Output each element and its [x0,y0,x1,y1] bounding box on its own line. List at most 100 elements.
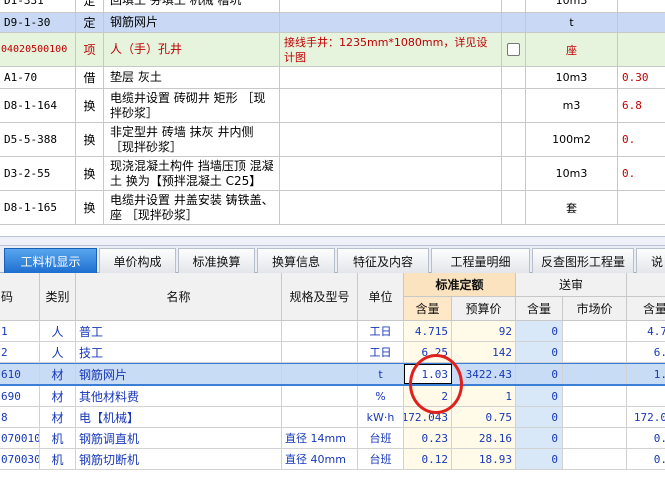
item-list-grid: D1-331 定 回填土 夯填土 机械 槽坑 10m3 D9-1-30 定 钢筋… [0,0,665,236]
table-row[interactable]: D3-2-55 换 现浇混凝土构件 挡墙压顶 混凝土 换为【预拌混凝土 C25】… [0,157,665,191]
cell-spec [282,364,358,384]
cell-unit: kW·h [358,407,404,427]
cell-amount[interactable]: 0.12 [404,449,452,469]
item-check-cell [502,89,526,122]
tab-conversion-info[interactable]: 换算信息 [257,248,335,273]
cell-type: 机 [40,428,76,448]
table-row[interactable]: D5-5-388 换 非定型井 砖墙 抹灰 井内侧 ［现拌砂浆］ 100m2 0… [0,123,665,157]
cell-name: 钢筋调直机 [76,428,282,448]
cell-name: 电【机械】 [76,407,282,427]
header-overflow [627,273,665,297]
cell-budget-price[interactable]: 142 [452,342,516,362]
cell-amount-extra: 172.0 [633,410,665,424]
cell-spec: 直径 40mm [282,449,358,469]
cell-budget-price[interactable]: 3422.43 [452,364,516,384]
cell-submission-amount[interactable]: 0 [516,428,563,448]
header-market-price[interactable]: 市场价 [563,297,627,321]
header-amount-extra[interactable]: 含量 [627,297,665,321]
table-row[interactable]: D8-1-165 换 电缆井设置 井盖安装 铸铁盖、座 ［现拌砂浆］ 套 [0,191,665,225]
table-row[interactable]: 8 材 电【机械】 kW·h 172.043 0.75 0 172.0 [0,407,665,428]
item-spec [280,123,502,156]
item-code: D1-331 [0,0,76,12]
table-row-subitem[interactable]: 04020500100 项 人（手）孔井 接线手井：1235mm*1080mm，… [0,33,665,67]
item-qty [618,33,665,66]
cell-market-price[interactable] [563,321,627,341]
cell-amount[interactable]: 0.23 [404,428,452,448]
cell-budget-price[interactable]: 0.75 [452,407,516,427]
item-name: 垫层 灰土 [104,67,280,88]
table-row[interactable]: 070030 机 钢筋切断机 直径 40mm 台班 0.12 18.93 0 0… [0,449,665,470]
tab-resource-display[interactable]: 工料机显示 [4,248,97,273]
cell-amount[interactable]: 172.043 [404,407,452,427]
cell-type: 材 [40,386,76,406]
item-type: 换 [76,157,104,190]
table-row[interactable]: D1-331 定 回填土 夯填土 机械 槽坑 10m3 [0,0,665,13]
table-row[interactable]: 2 人 技工 工日 6.25 142 0 6. [0,342,665,363]
tab-features-content[interactable]: 特征及内容 [337,248,429,273]
table-row-selected[interactable]: 610 材 钢筋网片 t 1.03 3422.43 0 1. [0,363,665,386]
cell-amount-extra: 6. [653,345,665,359]
item-qty [618,13,665,32]
item-check-cell [502,0,526,12]
tab-overflow[interactable]: 说 [636,248,665,273]
tab-standard-conversion[interactable]: 标准换算 [178,248,255,273]
cell-amount[interactable]: 4.715 [404,321,452,341]
cell-submission-amount[interactable]: 0 [516,364,563,384]
cell-market-price[interactable] [563,386,627,406]
cell-budget-price[interactable]: 18.93 [452,449,516,469]
header-unit[interactable]: 单位 [358,273,404,321]
cell-amount[interactable]: 6.25 [404,342,452,362]
item-type: 换 [76,89,104,122]
item-checkbox[interactable] [507,43,520,56]
item-code: 04020500100 [0,33,76,66]
table-row[interactable]: D8-1-164 换 电缆井设置 砖砌井 矩形 ［现拌砂浆］ m3 6.8 [0,89,665,123]
table-row[interactable]: 690 材 其他材料费 % 2 1 0 [0,386,665,407]
item-unit: 座 [526,33,618,66]
cell-budget-price[interactable]: 92 [452,321,516,341]
cell-code: 070010 [0,428,40,448]
header-spec[interactable]: 规格及型号 [282,273,358,321]
header-submission-amount[interactable]: 含量 [516,297,563,321]
header-code[interactable]: 码 [0,273,40,321]
table-row-selected[interactable]: D9-1-30 定 钢筋网片 t [0,13,665,33]
cell-submission-amount[interactable]: 0 [516,449,563,469]
cell-unit: t [358,364,404,384]
cell-submission-amount[interactable]: 0 [516,386,563,406]
cell-market-price[interactable] [563,449,627,469]
pane-splitter[interactable] [0,236,665,246]
table-row[interactable]: 070010 机 钢筋调直机 直径 14mm 台班 0.23 28.16 0 0… [0,428,665,449]
header-type[interactable]: 类别 [40,273,76,321]
cell-type: 材 [40,364,76,384]
cell-submission-amount[interactable]: 0 [516,407,563,427]
cell-submission-amount[interactable]: 0 [516,342,563,362]
cell-market-price[interactable] [563,364,627,384]
table-row[interactable]: 1 人 普工 工日 4.715 92 0 4.7 [0,321,665,342]
item-code: D8-1-164 [0,89,76,122]
tab-unit-price-composition[interactable]: 单价构成 [99,248,176,273]
cell-unit: 工日 [358,342,404,362]
header-budget-price[interactable]: 预算价 [452,297,516,321]
tab-quantity-details[interactable]: 工程量明细 [431,248,530,273]
cell-code: 690 [0,386,40,406]
cell-market-price[interactable] [563,407,627,427]
cell-budget-price[interactable]: 28.16 [452,428,516,448]
tab-reverse-graphic-quantity[interactable]: 反查图形工程量 [532,248,634,273]
cell-spec [282,342,358,362]
cell-code: 8 [0,407,40,427]
cell-amount[interactable]: 2 [404,386,452,406]
cell-unit: 工日 [358,321,404,341]
cell-submission-amount[interactable]: 0 [516,321,563,341]
cell-amount-extra: 4.7 [647,324,665,338]
cell-budget-price[interactable]: 1 [452,386,516,406]
item-unit: 10m3 [526,67,618,88]
item-qty [618,191,665,224]
cell-amount-extra: 0. [653,452,665,466]
item-unit: 10m3 [526,0,618,12]
table-row[interactable]: A1-70 借 垫层 灰土 10m3 0.30 [0,67,665,89]
cell-market-price[interactable] [563,342,627,362]
header-amount[interactable]: 含量 [404,297,452,321]
header-name[interactable]: 名称 [76,273,282,321]
cell-market-price[interactable] [563,428,627,448]
item-type: 换 [76,191,104,224]
cell-amount-editing[interactable]: 1.03 [404,364,452,384]
